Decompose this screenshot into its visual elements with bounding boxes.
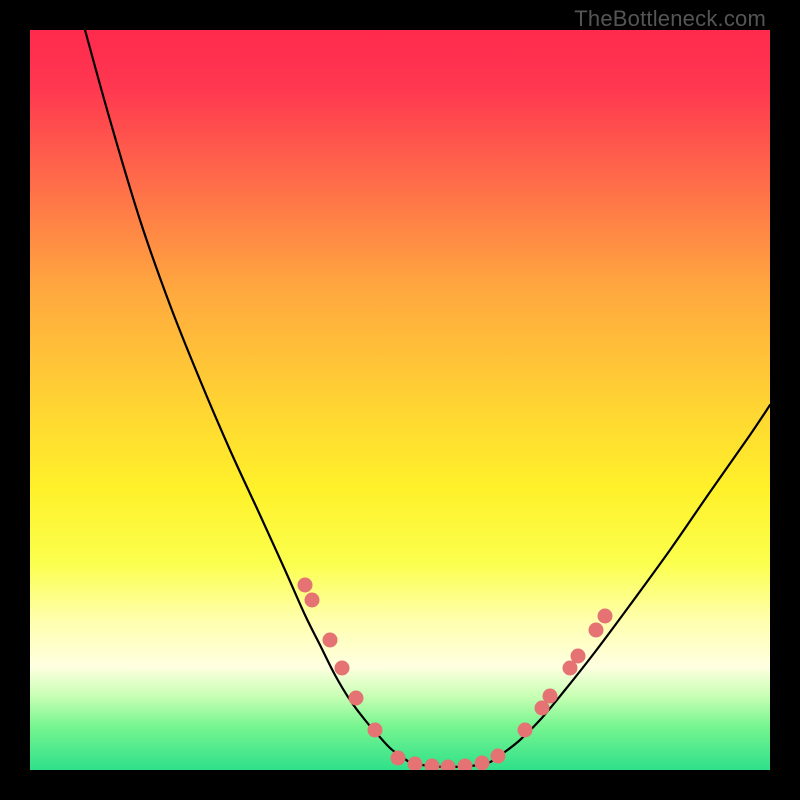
chart-frame: TheBottleneck.com <box>0 0 800 800</box>
data-dot <box>408 757 423 771</box>
data-dot <box>589 623 604 638</box>
data-dot <box>368 723 383 738</box>
curve-layer <box>30 30 770 770</box>
data-dot <box>598 609 613 624</box>
data-dot <box>425 759 440 771</box>
data-dot <box>305 593 320 608</box>
data-dot <box>491 749 506 764</box>
data-dot <box>349 691 364 706</box>
v-curve <box>85 30 770 767</box>
data-dot <box>391 751 406 766</box>
data-dot <box>441 760 456 771</box>
data-dot <box>298 578 313 593</box>
data-dot <box>335 661 350 676</box>
data-dot <box>543 689 558 704</box>
data-dot <box>458 759 473 771</box>
data-dot <box>518 723 533 738</box>
watermark-text: TheBottleneck.com <box>574 6 766 32</box>
data-dots <box>298 578 613 771</box>
data-dot <box>571 649 586 664</box>
data-dot <box>475 756 490 771</box>
plot-area <box>30 30 770 770</box>
data-dot <box>323 633 338 648</box>
